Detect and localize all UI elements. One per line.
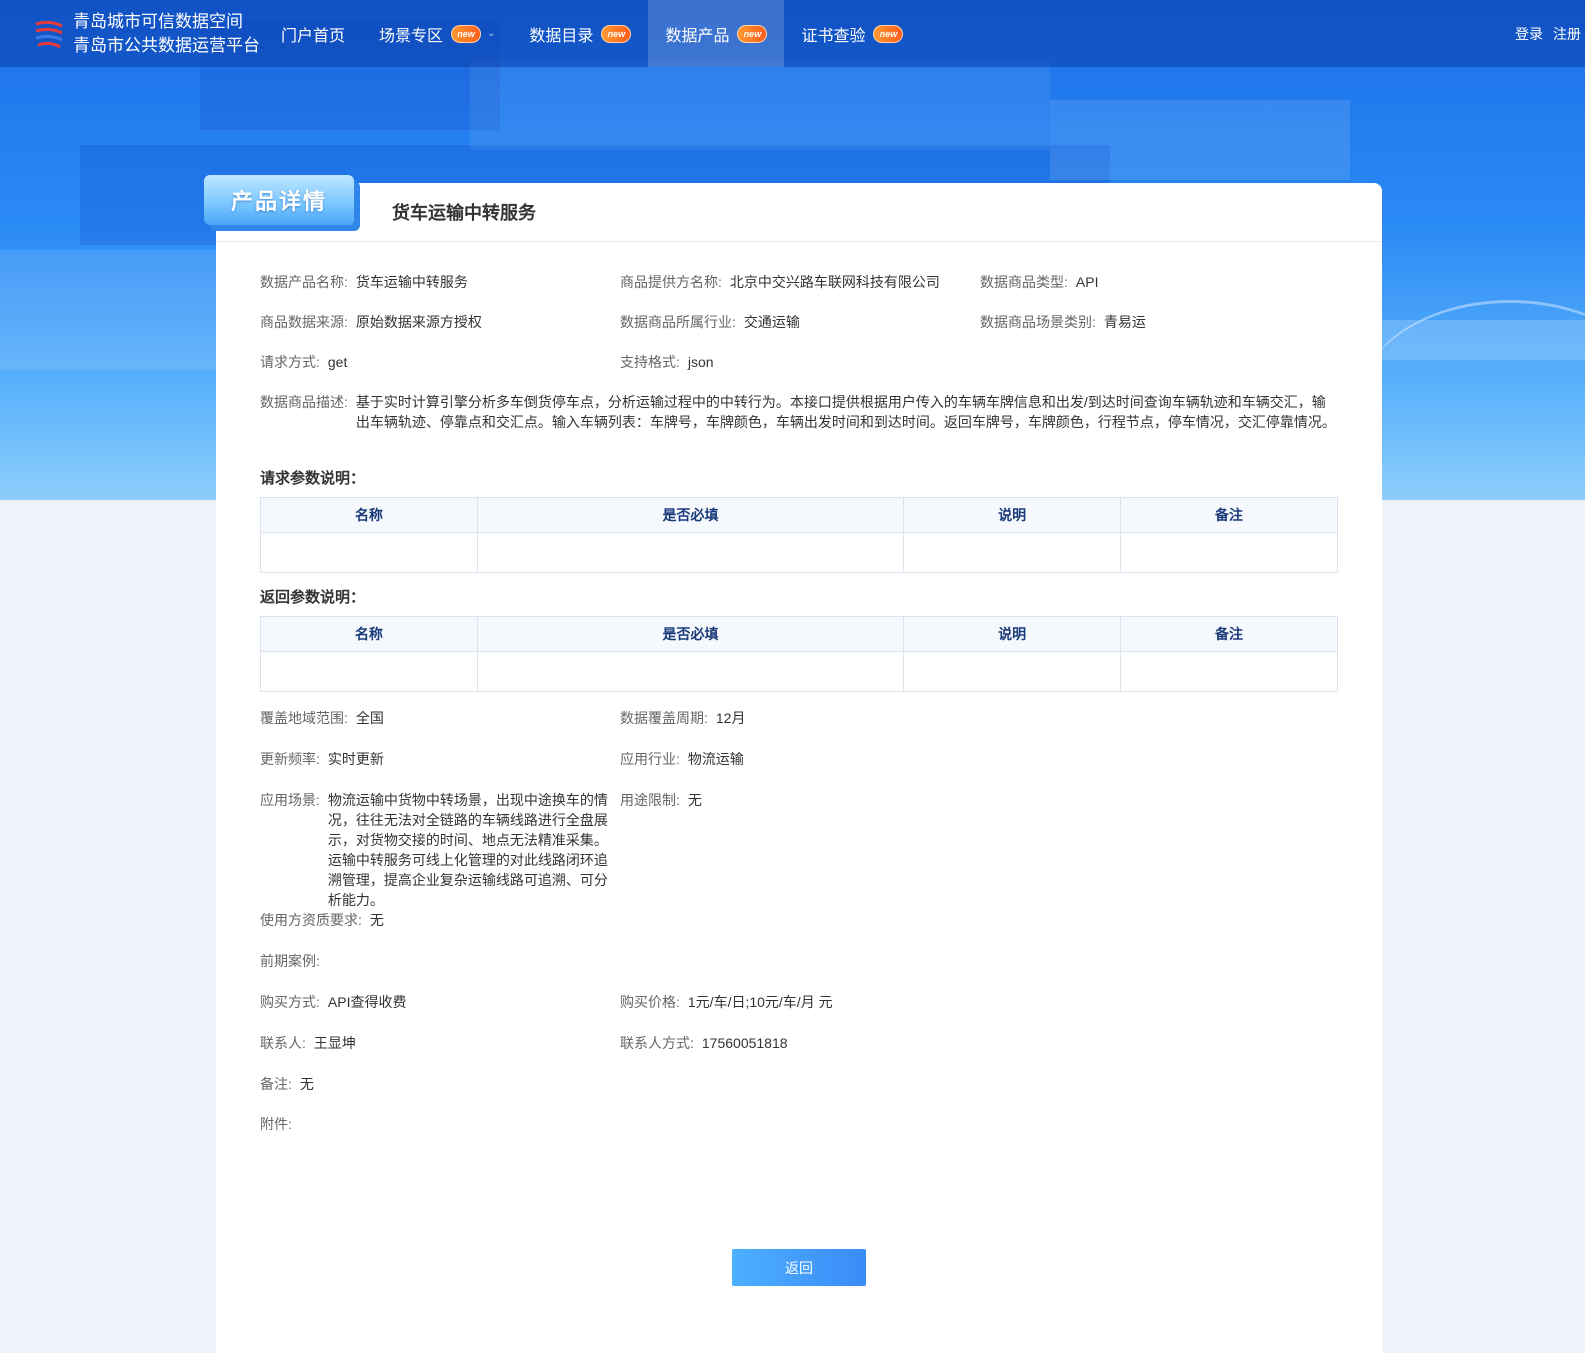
table-header-row: 名称 是否必填 说明 备注 — [260, 616, 1338, 652]
auth-links: 登录 注册 — [1515, 24, 1581, 44]
new-badge-icon: new — [873, 24, 904, 43]
table-header-row: 名称 是否必填 说明 备注 — [260, 497, 1338, 533]
brand-line-2: 青岛市公共数据运营平台 — [73, 36, 260, 55]
field-restriction: 用途限制: 无 — [620, 792, 702, 808]
field-app-industry: 应用行业: 物流运输 — [620, 751, 744, 767]
login-link[interactable]: 登录 — [1515, 24, 1543, 44]
field-product-name: 数据产品名称: 货车运输中转服务 — [260, 274, 468, 290]
response-params-table: 名称 是否必填 说明 备注 — [260, 616, 1338, 692]
field-description: 数据商品描述: 基于实时计算引擎分析多车倒货停车点，分析运输过程中的中转行为。本… — [260, 394, 1336, 430]
request-params-table: 名称 是否必填 说明 备注 — [260, 497, 1338, 573]
field-period: 数据覆盖周期: 12月 — [620, 710, 746, 726]
top-navbar: 青岛城市可信数据空间 青岛市公共数据运营平台 门户首页 场景专区 new ⌄ 数… — [0, 0, 1585, 67]
chevron-down-icon: ⌄ — [487, 28, 496, 39]
field-purchase-method: 购买方式: API查得收费 — [260, 994, 407, 1010]
field-coverage: 覆盖地域范围: 全国 — [260, 710, 384, 726]
field-type: 数据商品类型: API — [980, 274, 1099, 290]
nav-item-catalog[interactable]: 数据目录 new — [512, 0, 648, 67]
nav-item-label: 数据产品 — [665, 27, 730, 45]
field-industry: 数据商品所属行业: 交通运输 — [620, 314, 800, 330]
new-badge-icon: new — [601, 24, 632, 43]
request-params-title: 请求参数说明： — [260, 470, 366, 487]
field-scene-category: 数据商品场景类别: 青易运 — [980, 314, 1146, 330]
field-format: 支持格式: json — [620, 354, 714, 370]
field-qualification: 使用方资质要求: 无 — [260, 912, 384, 928]
field-provider: 商品提供方名称: 北京中交兴路车联网科技有限公司 — [620, 274, 940, 290]
table-row — [260, 651, 1338, 692]
new-badge-icon: new — [737, 24, 768, 43]
product-detail-tag: 产品详情 — [204, 175, 354, 225]
column-header: 是否必填 — [476, 497, 905, 533]
field-source: 商品数据来源: 原始数据来源方授权 — [260, 314, 482, 330]
column-header: 名称 — [260, 497, 478, 533]
nav-item-label: 数据目录 — [529, 27, 594, 45]
field-phone: 联系人方式: 17560051818 — [620, 1035, 788, 1051]
nav-item-certificate[interactable]: 证书查验 new — [784, 0, 920, 67]
field-request-method: 请求方式: get — [260, 354, 348, 370]
column-header: 说明 — [903, 497, 1122, 533]
column-header: 说明 — [903, 616, 1122, 652]
product-detail-card: 产品详情 货车运输中转服务 — [204, 175, 1382, 1353]
field-price: 购买价格: 1元/车/日;10元/车/月 元 — [620, 994, 833, 1010]
card-header: 产品详情 货车运输中转服务 — [204, 175, 1382, 242]
brand-line-1: 青岛城市可信数据空间 — [73, 12, 243, 31]
column-header: 备注 — [1120, 616, 1338, 652]
field-remark: 备注: 无 — [260, 1076, 314, 1092]
field-contact: 联系人: 王显坤 — [260, 1035, 356, 1051]
table-row — [260, 532, 1338, 573]
field-scenario: 应用场景: 物流运输中货物中转场景，出现中途换车的情况，往往无法对全链路的车辆线… — [260, 792, 608, 908]
field-cases: 前期案例: — [260, 953, 320, 969]
new-badge-icon: new — [451, 24, 482, 43]
nav-item-label: 门户首页 — [281, 27, 346, 45]
response-params-title: 返回参数说明： — [260, 589, 366, 606]
field-frequency: 更新频率: 实时更新 — [260, 751, 384, 767]
column-header: 名称 — [260, 616, 478, 652]
field-attachment: 附件: — [260, 1116, 292, 1132]
product-title: 货车运输中转服务 — [392, 203, 536, 223]
column-header: 是否必填 — [476, 616, 905, 652]
column-header: 备注 — [1120, 497, 1338, 533]
back-button[interactable]: 返回 — [732, 1249, 866, 1286]
main-menu: 门户首页 场景专区 new ⌄ 数据目录 new 数据产品 new 证书查验 n… — [264, 0, 920, 67]
nav-item-scenes[interactable]: 场景专区 new ⌄ — [362, 0, 512, 67]
register-link[interactable]: 注册 — [1553, 24, 1581, 44]
nav-item-products[interactable]: 数据产品 new — [648, 0, 785, 67]
nav-item-label: 证书查验 — [801, 27, 866, 45]
platform-logo-icon — [35, 20, 63, 49]
nav-item-home[interactable]: 门户首页 — [264, 0, 362, 67]
platform-brand[interactable]: 青岛城市可信数据空间 青岛市公共数据运营平台 — [73, 10, 260, 58]
nav-item-label: 场景专区 — [379, 27, 444, 45]
